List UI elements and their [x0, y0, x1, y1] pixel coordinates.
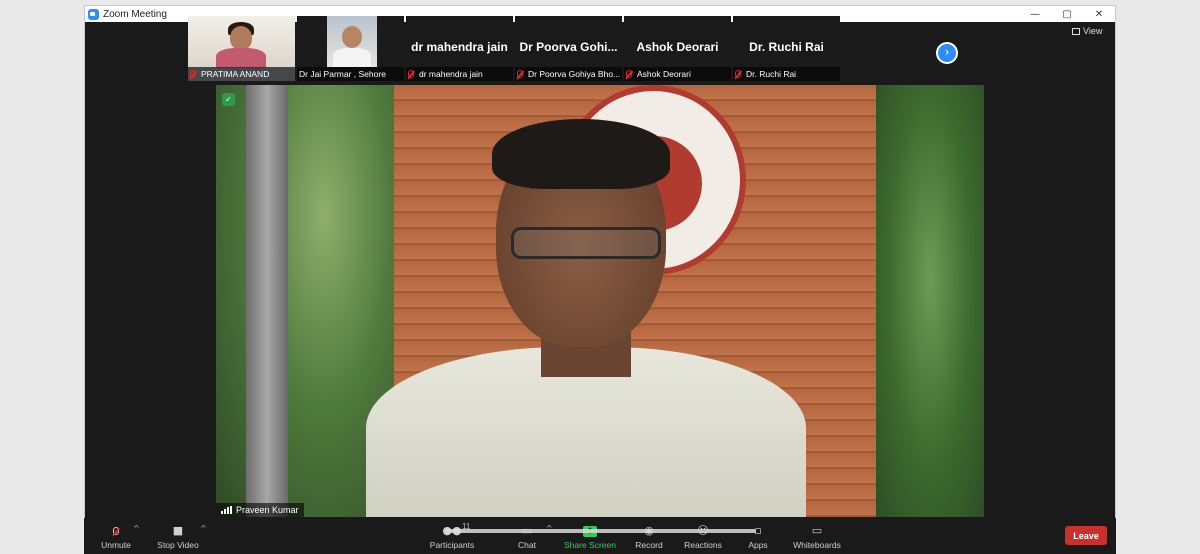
whiteboards-label: Whiteboards	[793, 540, 841, 550]
minimize-button[interactable]: —	[1019, 6, 1051, 22]
participant-name: PRATIMA ANAND	[201, 69, 270, 79]
close-button[interactable]: ✕	[1083, 6, 1115, 22]
video-options-caret-icon[interactable]: ^	[200, 524, 207, 533]
view-button[interactable]: View	[1072, 26, 1102, 36]
participant-display-name: Ashok Deorari	[636, 40, 719, 54]
record-label: Record	[635, 540, 663, 550]
participant-name: Dr. Ruchi Rai	[746, 69, 797, 79]
stop-video-button[interactable]: ■ Stop Video	[156, 518, 200, 554]
speaker-person	[366, 117, 806, 517]
participants-label: Participants	[429, 540, 475, 550]
active-speaker-name: Praveen Kumar	[236, 505, 299, 515]
encryption-shield-icon[interactable]: ✓	[222, 93, 235, 106]
apps-label: Apps	[748, 540, 768, 550]
meeting-toolbar: Unmute ^ ■ Stop Video ^ ●● Participants …	[84, 518, 1116, 554]
mic-muted-icon	[190, 70, 196, 78]
maximize-button[interactable]: ▢	[1051, 6, 1083, 22]
zoom-logo-icon	[88, 8, 99, 20]
share-screen-label: Share Screen	[564, 540, 616, 550]
connection-signal-icon	[221, 506, 232, 514]
grid-view-icon	[1072, 27, 1080, 35]
participant-name: Dr Poorva Gohiya Bho...	[528, 69, 621, 79]
whiteboard-icon: ▭	[811, 524, 823, 537]
participant-tile-poorva-gohiya[interactable]: Dr Poorva Gohi... Dr Poorva Gohiya Bho..…	[515, 16, 622, 81]
stop-video-label: Stop Video	[157, 540, 199, 550]
chevron-right-icon: ›	[938, 44, 956, 62]
mic-muted-icon	[626, 70, 632, 78]
active-speaker-label: Praveen Kumar	[216, 503, 304, 517]
participant-display-name: dr mahendra jain	[411, 40, 508, 54]
next-page-button[interactable]: ›	[936, 42, 958, 64]
view-label: View	[1083, 26, 1103, 36]
participant-display-name: Dr Poorva Gohi...	[519, 40, 618, 54]
whiteboards-button[interactable]: ▭ Whiteboards	[792, 518, 842, 554]
unmute-label: Unmute	[101, 540, 131, 550]
mic-muted-icon	[408, 70, 414, 78]
chat-button[interactable]: ▭ Chat	[514, 518, 540, 554]
participant-display-name: Dr. Ruchi Rai	[749, 40, 824, 54]
share-screen-button[interactable]: ↑ Share Screen	[564, 518, 616, 554]
leave-button[interactable]: Leave	[1065, 526, 1107, 545]
toolbar-scrollbar[interactable]	[446, 529, 756, 533]
participant-name: dr mahendra jain	[419, 69, 483, 79]
participants-strip: PRATIMA ANAND Dr Jai Parmar , Sehore dr …	[188, 16, 878, 81]
participant-tile-mahendra-jain[interactable]: dr mahendra jain dr mahendra jain	[406, 16, 513, 81]
mic-muted-icon	[517, 70, 523, 78]
apps-button[interactable]: ▫ Apps	[746, 518, 770, 554]
video-camera-icon: ■	[172, 524, 184, 537]
participant-video	[327, 16, 377, 67]
participant-name: Dr Jai Parmar , Sehore	[299, 69, 386, 79]
record-button[interactable]: ◉ Record	[634, 518, 664, 554]
reactions-label: Reactions	[684, 540, 722, 550]
window-title: Zoom Meeting	[103, 8, 167, 20]
mic-muted-icon	[735, 70, 741, 78]
participant-name: Ashok Deorari	[637, 69, 691, 79]
audio-options-caret-icon[interactable]: ^	[133, 524, 140, 533]
mic-muted-icon	[108, 524, 124, 537]
active-speaker-video	[216, 85, 984, 517]
participant-tile-ruchi-rai[interactable]: Dr. Ruchi Rai Dr. Ruchi Rai	[733, 16, 840, 81]
participant-tile-jai-parmar[interactable]: Dr Jai Parmar , Sehore	[297, 16, 404, 81]
participant-tile-pratima[interactable]: PRATIMA ANAND	[188, 16, 295, 81]
reactions-button[interactable]: ☺ Reactions	[684, 518, 722, 554]
participant-video	[188, 16, 295, 68]
unmute-button[interactable]: Unmute	[98, 518, 134, 554]
participant-tile-ashok-deorari[interactable]: Ashok Deorari Ashok Deorari	[624, 16, 731, 81]
chat-label: Chat	[518, 540, 536, 550]
